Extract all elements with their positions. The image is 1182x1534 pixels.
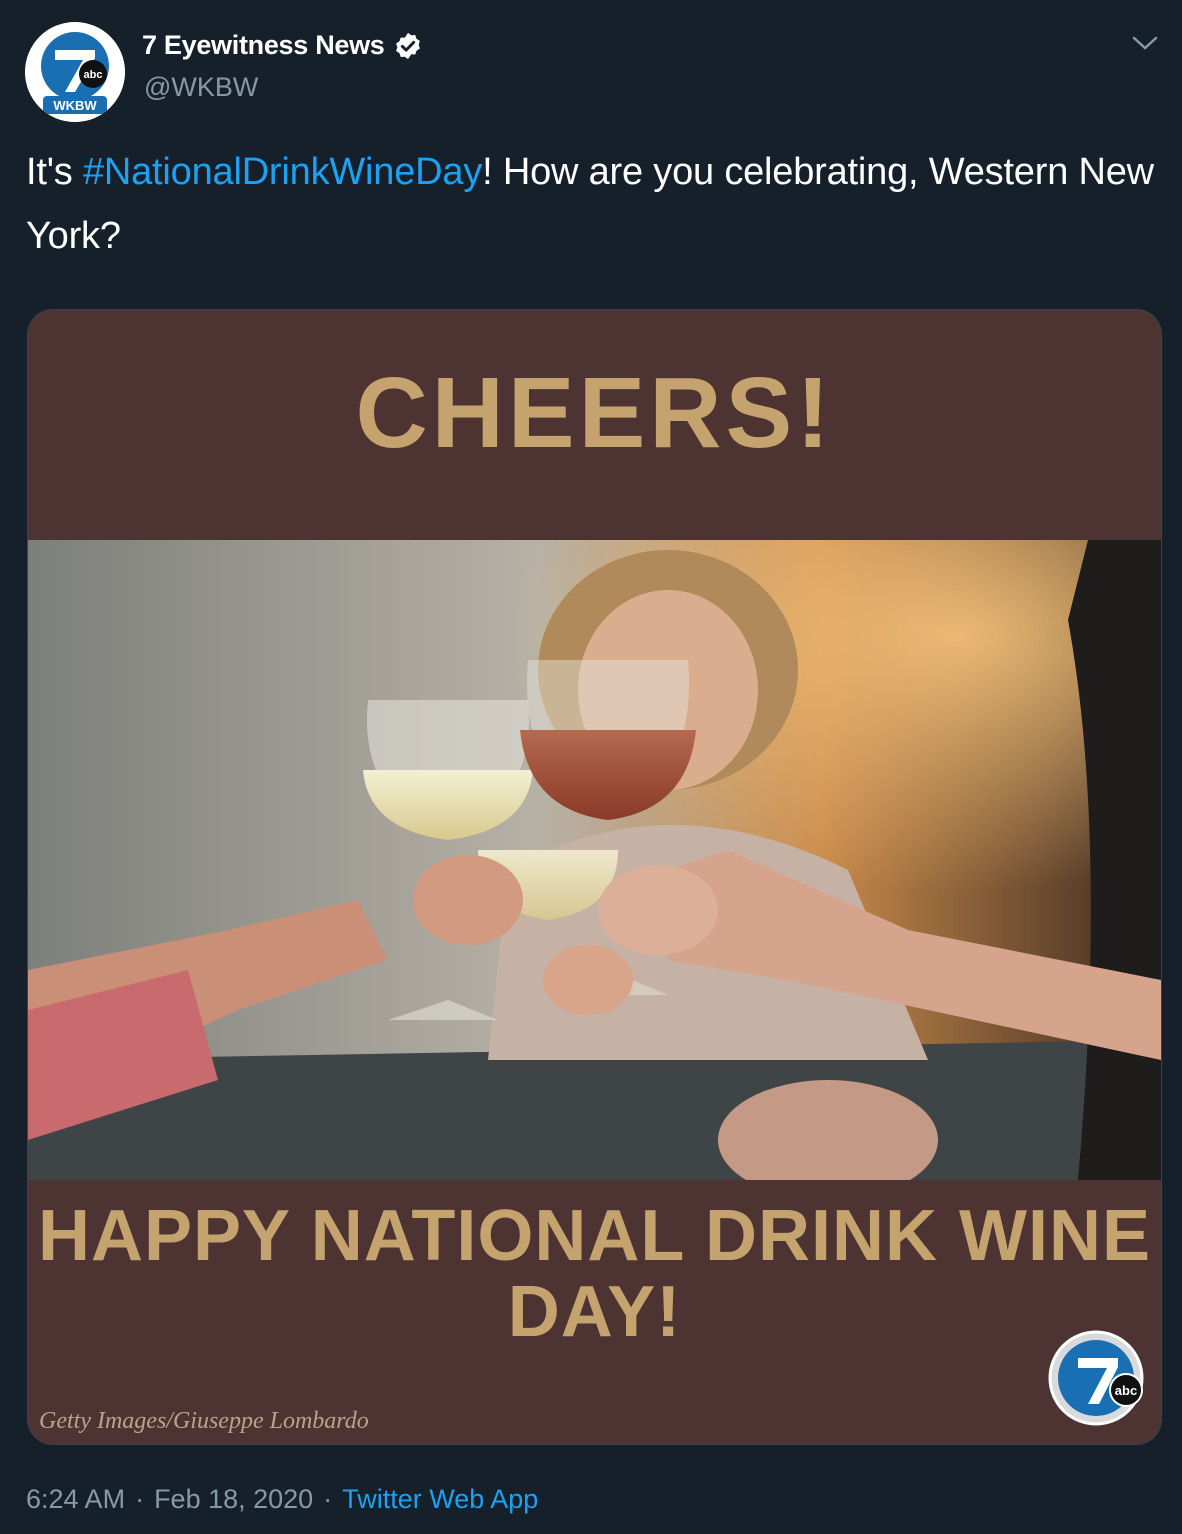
tweet-text: It's #NationalDrinkWineDay! How are you … [26,140,1156,268]
meta-separator: · [323,1484,333,1514]
tweet-date[interactable]: Feb 18, 2020 [154,1484,313,1515]
avatar-wkbw-text: WKBW [53,98,97,113]
cheers-headline: CHEERS! [355,357,834,469]
tweet-source-link[interactable]: Twitter Web App [342,1484,538,1515]
wkbw-logo-icon: abc WKBW [25,22,125,122]
avatar[interactable]: abc WKBW [25,22,125,122]
media-image[interactable]: CHEERS! HAPPY NATIONAL DRINK WINE DAY! G… [27,309,1162,1445]
tweet-text-start: It's [26,151,83,193]
verified-badge-icon [395,32,420,59]
chevron-down-icon[interactable] [1130,32,1160,54]
hashtag-link[interactable]: #NationalDrinkWineDay [83,151,482,193]
wine-toast-photo [28,540,1161,1180]
tweet-time[interactable]: 6:24 AM [26,1484,125,1515]
handle[interactable]: @WKBW [144,72,258,103]
media-bottom-banner: HAPPY NATIONAL DRINK WINE DAY! Getty Ima… [28,1180,1161,1444]
photo-credit: Getty Images/Giuseppe Lombardo [39,1408,369,1434]
display-name[interactable]: 7 Eyewitness News [142,30,385,61]
badge-abc-text: abc [1115,1383,1137,1398]
media-top-banner: CHEERS! [28,310,1161,540]
avatar-abc-text: abc [84,69,103,81]
tweet-meta: 6:24 AM · Feb 18, 2020 · Twitter Web App [26,1484,538,1515]
channel-7-abc-logo-icon: abc [1048,1330,1144,1426]
meta-separator: · [135,1484,145,1514]
author-name-row[interactable]: 7 Eyewitness News [142,30,423,61]
happy-headline: HAPPY NATIONAL DRINK WINE DAY! [37,1196,1152,1352]
